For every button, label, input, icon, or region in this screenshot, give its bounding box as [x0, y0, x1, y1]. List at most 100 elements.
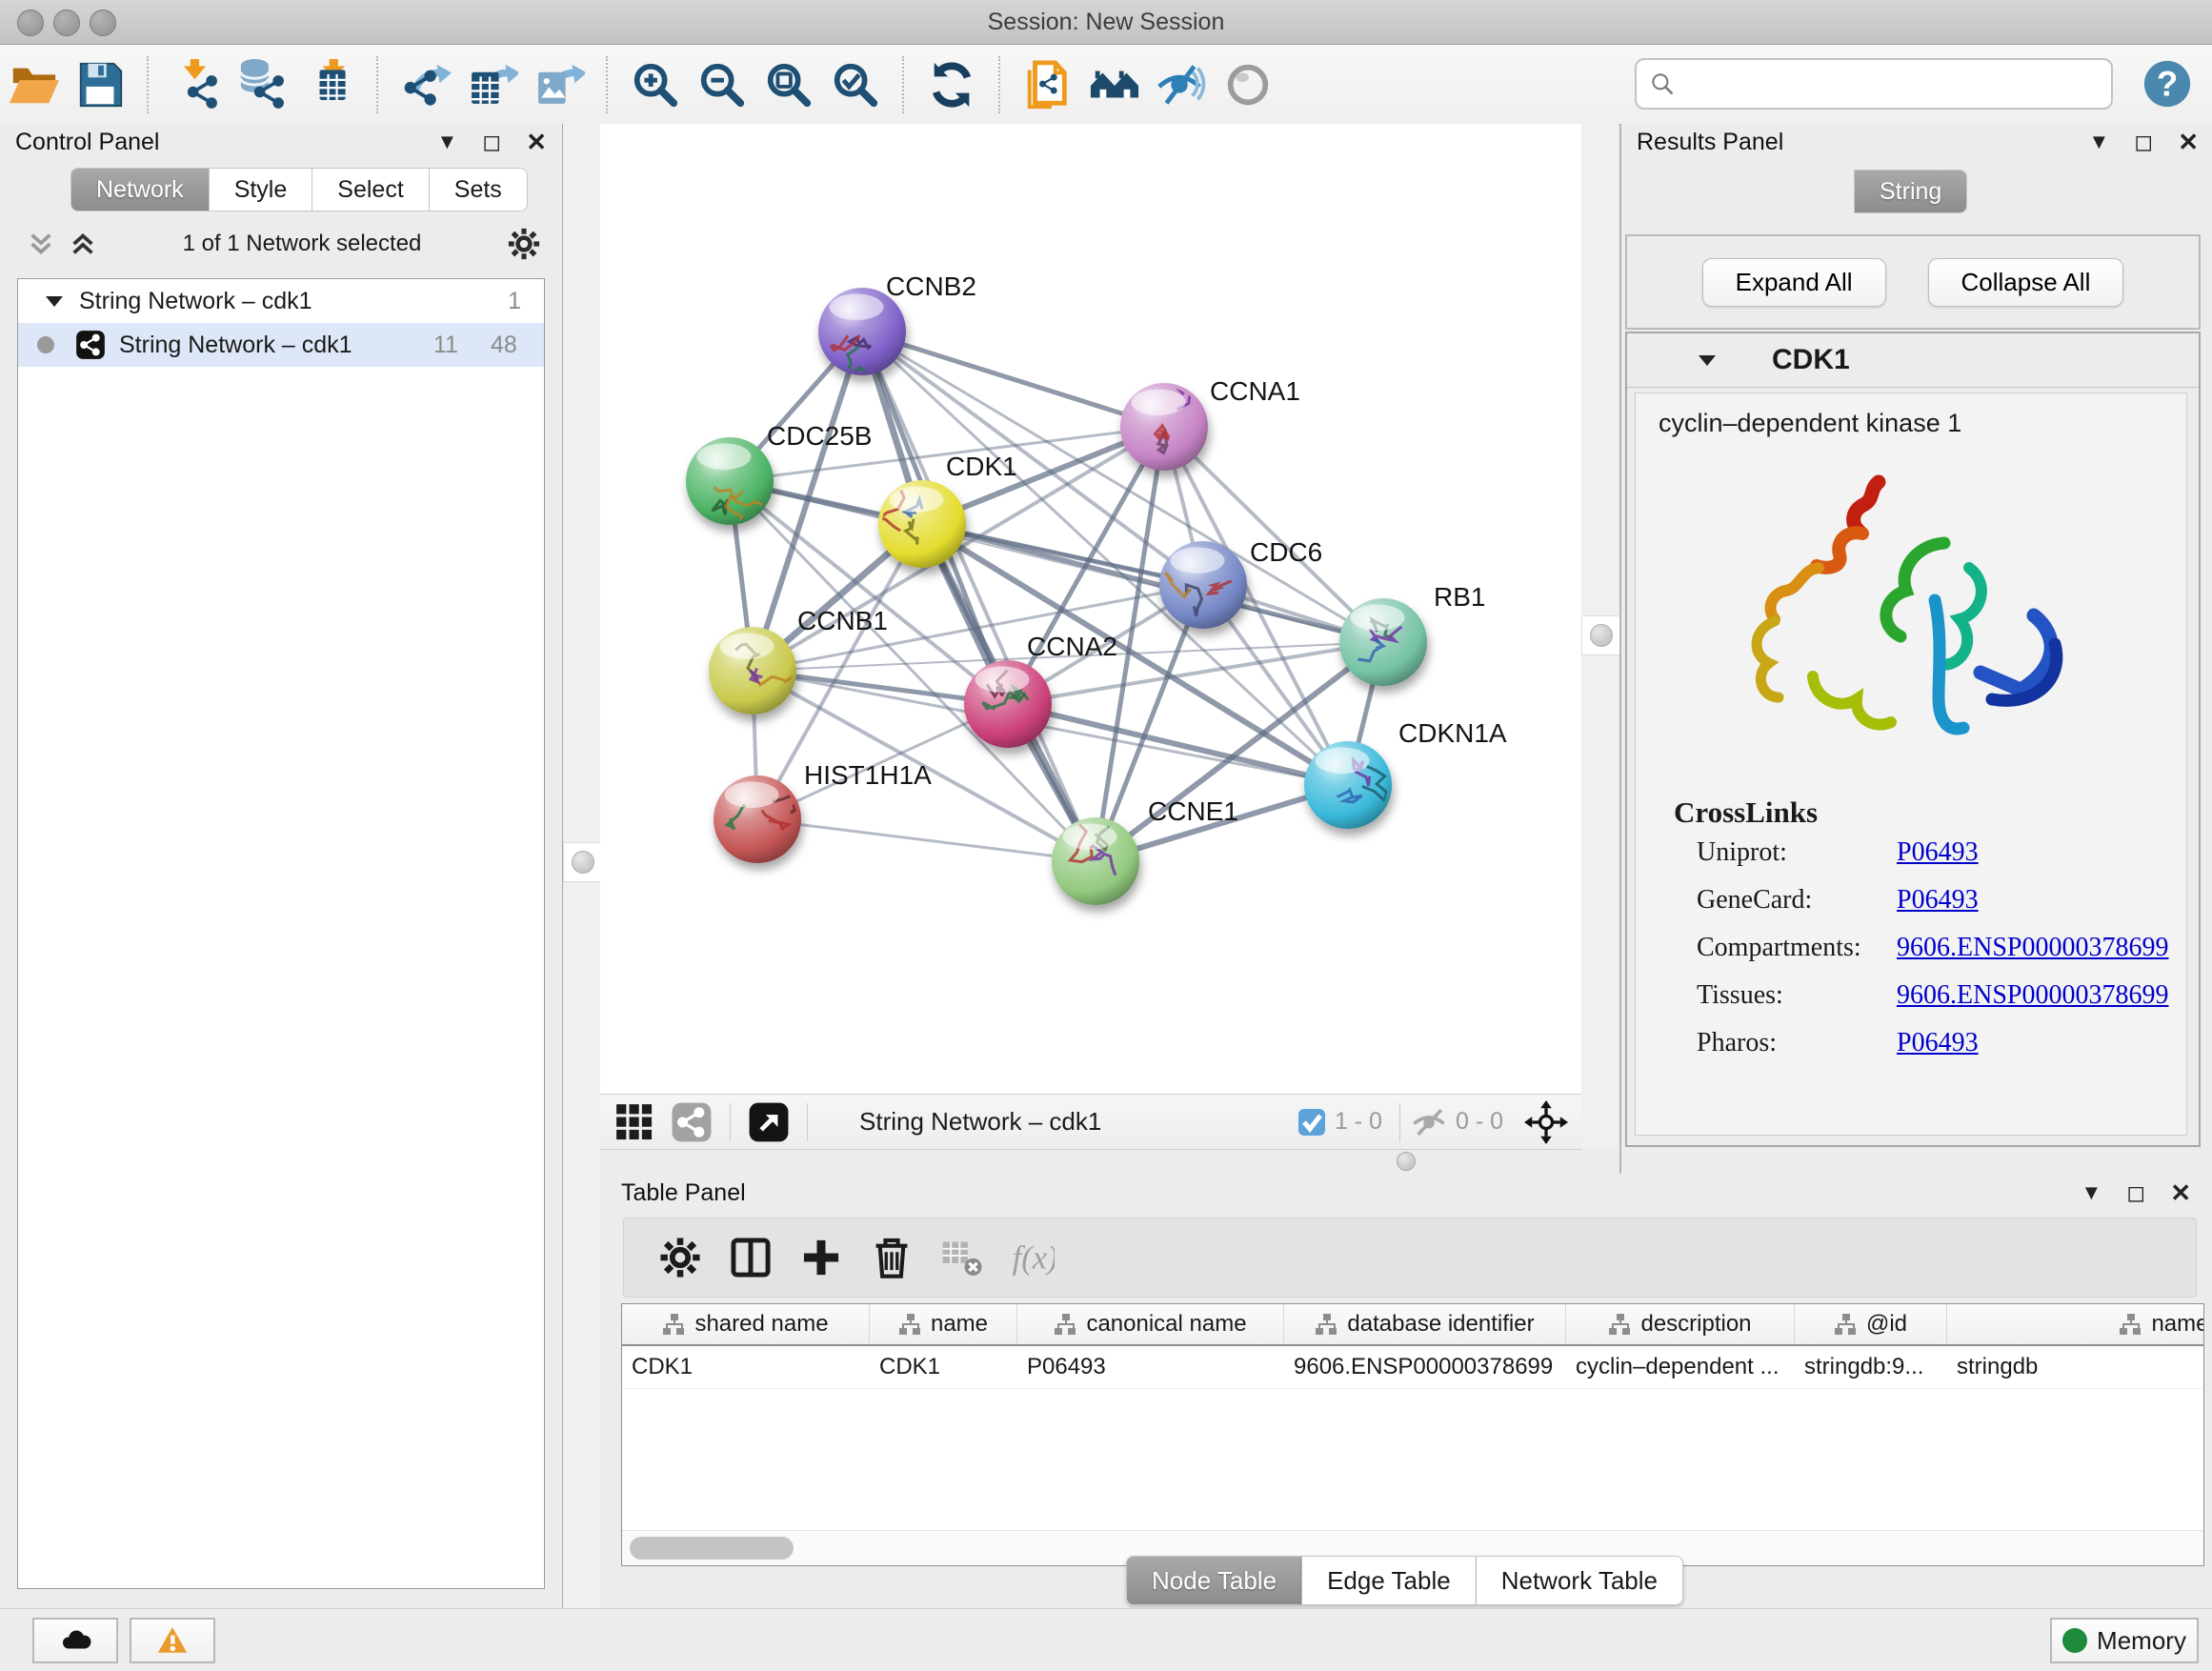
search-input[interactable] [1677, 64, 2111, 104]
cloud-button[interactable] [32, 1618, 118, 1663]
home-views-button[interactable] [1081, 55, 1148, 114]
import-network-database-button[interactable] [230, 55, 296, 114]
zoom-fit-button[interactable] [755, 55, 822, 114]
table-panel-close-icon[interactable]: ✕ [2170, 1178, 2191, 1208]
results-panel-collapse-icon[interactable]: ▼ [2089, 130, 2110, 154]
column-header-description[interactable]: description [1566, 1304, 1795, 1344]
selected-checkbox-icon[interactable] [1297, 1107, 1327, 1137]
network-collection-row[interactable]: String Network – cdk1 1 [18, 279, 544, 323]
results-panel-float-icon[interactable]: ◻ [2134, 129, 2153, 156]
tab-network[interactable]: Network [70, 168, 210, 211]
results-panel-close-icon[interactable]: ✕ [2178, 128, 2199, 157]
warnings-button[interactable] [130, 1618, 215, 1663]
column-header-name[interactable]: name [870, 1304, 1017, 1344]
node-RB1[interactable]: RB1 [1339, 582, 1485, 686]
right-splitter-handle[interactable] [1581, 615, 1621, 655]
control-panel-collapse-icon[interactable]: ▼ [437, 130, 458, 154]
control-panel-float-icon[interactable]: ◻ [482, 129, 501, 156]
results-panel: Results Panel ▼ ◻ ✕ String Expand All Co… [1619, 124, 2212, 1174]
save-session-button[interactable] [67, 55, 133, 114]
add-button[interactable] [786, 1229, 856, 1286]
fit-content-crosshair-icon[interactable] [1524, 1100, 1568, 1144]
crosslink-link[interactable]: 9606.ENSP00000378699 [1897, 933, 2168, 963]
zoom-in-button[interactable] [622, 55, 689, 114]
crosslink-link[interactable]: 9606.ENSP00000378699 [1897, 980, 2168, 1011]
import-network-file-button[interactable] [163, 55, 230, 114]
table-panel-collapse-icon[interactable]: ▼ [2081, 1180, 2102, 1205]
columns-button[interactable] [715, 1229, 786, 1286]
table-cell[interactable]: stringdb [1947, 1346, 2204, 1388]
tab-style[interactable]: Style [210, 168, 313, 211]
crosslink-link[interactable]: P06493 [1897, 1028, 1979, 1058]
delete-table-button[interactable] [927, 1229, 997, 1286]
table-cell[interactable]: 9606.ENSP00000378699 [1284, 1346, 1566, 1388]
export-network-button[interactable] [392, 55, 459, 114]
crosslink-link[interactable]: P06493 [1897, 885, 1979, 916]
edge-HIST1H1A-CCNE1[interactable] [757, 819, 1096, 861]
collapse-all-networks-icon[interactable] [27, 230, 55, 258]
edge-CCNB2-CCNA1[interactable] [862, 332, 1164, 427]
gene-section-header[interactable]: CDK1 [1627, 333, 2199, 388]
show-all-button[interactable] [1215, 55, 1281, 114]
network-graph[interactable]: CCNB2 CCNA1 CDC25B CDK1 CDC6 RB1 CCNB1 C… [600, 124, 1581, 1094]
column-header-@id[interactable]: @id [1795, 1304, 1947, 1344]
column-header-namespace[interactable]: namespace [1947, 1304, 2204, 1344]
import-table-button[interactable] [296, 55, 363, 114]
crosslink-link[interactable]: P06493 [1897, 837, 1979, 868]
grid-view-icon[interactable] [613, 1101, 655, 1143]
expand-all-button[interactable]: Expand All [1702, 258, 1886, 307]
cloud-icon [59, 1624, 91, 1657]
table-row[interactable]: CDK1CDK1P064939606.ENSP00000378699cyclin… [622, 1346, 2203, 1389]
right-splitter[interactable] [1581, 124, 1619, 1174]
collapse-all-button[interactable]: Collapse All [1928, 258, 2124, 307]
node-CDKN1A[interactable]: CDKN1A [1304, 718, 1507, 829]
gene-details: cyclin–dependent kinase 1 [1635, 393, 2187, 1136]
tab-edge-table[interactable]: Edge Table [1302, 1556, 1477, 1605]
zoom-out-button[interactable] [689, 55, 755, 114]
network-current-dot-icon [37, 336, 54, 353]
network-canvas[interactable]: CCNB2 CCNA1 CDC25B CDK1 CDC6 RB1 CCNB1 C… [600, 124, 1581, 1094]
network-options-gear-icon[interactable] [507, 227, 541, 261]
tab-select[interactable]: Select [312, 168, 429, 211]
hidden-eye-icon[interactable] [1410, 1103, 1448, 1141]
collection-expand-icon[interactable] [43, 290, 66, 312]
table-cell[interactable]: cyclin–dependent ... [1566, 1346, 1795, 1388]
table-cell[interactable]: stringdb:9... [1795, 1346, 1947, 1388]
node-CCNA1[interactable]: CCNA1 [1120, 376, 1300, 471]
trash-button[interactable] [856, 1229, 927, 1286]
expand-all-networks-icon[interactable] [69, 230, 97, 258]
birdseye-view-icon[interactable] [671, 1101, 713, 1143]
column-header-canonical-name[interactable]: canonical name [1017, 1304, 1284, 1344]
zoom-selected-button[interactable] [822, 55, 889, 114]
help-button[interactable]: ? [2142, 58, 2193, 110]
column-header-database-identifier[interactable]: database identifier [1284, 1304, 1566, 1344]
hide-selected-button[interactable] [1148, 55, 1215, 114]
table-cell[interactable]: CDK1 [870, 1346, 1017, 1388]
left-splitter-handle[interactable] [563, 842, 603, 882]
tab-string[interactable]: String [1854, 170, 1967, 213]
table-cell[interactable]: CDK1 [622, 1346, 870, 1388]
column-header-shared-name[interactable]: shared name [622, 1304, 870, 1344]
network-row[interactable]: String Network – cdk1 11 48 [18, 323, 544, 367]
node-CDK1[interactable]: CDK1 [878, 452, 1017, 568]
table-panel-float-icon[interactable]: ◻ [2126, 1179, 2145, 1207]
open-file-button[interactable] [0, 55, 67, 114]
left-splitter[interactable] [563, 124, 600, 1608]
control-panel-close-icon[interactable]: ✕ [526, 128, 547, 157]
memory-button[interactable]: Memory [2050, 1618, 2199, 1663]
refresh-view-button[interactable] [918, 55, 985, 114]
export-table-button[interactable] [459, 55, 526, 114]
share-document-button[interactable] [1015, 55, 1081, 114]
node-CCNE1[interactable]: CCNE1 [1052, 796, 1238, 905]
tab-sets[interactable]: Sets [430, 168, 528, 211]
gear-button[interactable] [645, 1229, 715, 1286]
table-cell[interactable]: P06493 [1017, 1346, 1284, 1388]
tab-network-table[interactable]: Network Table [1477, 1556, 1683, 1605]
detach-view-icon[interactable] [748, 1101, 790, 1143]
gene-collapse-icon[interactable] [1696, 349, 1719, 372]
fx-button[interactable]: f(x) [997, 1229, 1068, 1286]
node-HIST1H1A[interactable]: HIST1H1A [714, 760, 932, 863]
tab-node-table[interactable]: Node Table [1126, 1556, 1302, 1605]
export-image-button[interactable] [526, 55, 593, 114]
table-hscrollbar-thumb[interactable] [630, 1537, 794, 1560]
